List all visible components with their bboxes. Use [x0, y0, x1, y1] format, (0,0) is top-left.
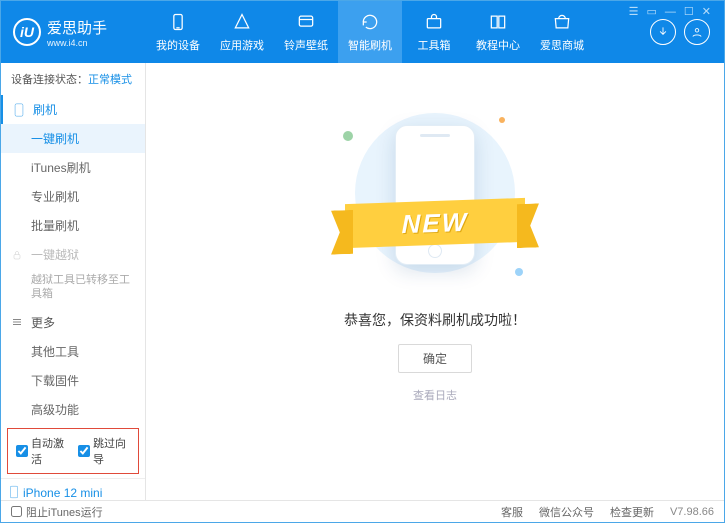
nav-label: 我的设备 [156, 37, 200, 53]
refresh-icon [359, 11, 381, 33]
nav-toolbox[interactable]: 工具箱 [402, 1, 466, 63]
brand-url: www.i4.cn [47, 38, 107, 48]
sidebar-header-label: 一键越狱 [31, 246, 79, 263]
nav-flash[interactable]: 智能刷机 [338, 1, 402, 63]
nav-label: 应用游戏 [220, 37, 264, 53]
sidebar-item-pro-flash[interactable]: 专业刷机 [1, 182, 145, 211]
shop-icon [551, 11, 573, 33]
sidebar-more-header[interactable]: 更多 [1, 308, 145, 337]
checkbox-input[interactable] [16, 445, 28, 457]
phone-icon [167, 11, 189, 33]
book-icon [487, 11, 509, 33]
user-button[interactable] [684, 19, 710, 45]
apps-icon [231, 11, 253, 33]
music-icon [295, 11, 317, 33]
nav-label: 爱思商城 [540, 37, 584, 53]
footer-link-wechat[interactable]: 微信公众号 [539, 504, 594, 520]
skin-icon[interactable]: ▭ [647, 5, 657, 18]
toolbox-icon [423, 11, 445, 33]
sidebar-header-label: 刷机 [33, 101, 57, 118]
sidebar-jailbreak-header[interactable]: 一键越狱 [1, 240, 145, 269]
minimize-icon[interactable]: — [665, 6, 676, 18]
status-value: 正常模式 [88, 74, 132, 86]
download-button[interactable] [650, 19, 676, 45]
list-icon [11, 316, 25, 328]
footer-link-support[interactable]: 客服 [501, 504, 523, 520]
checkbox-label: 跳过向导 [93, 435, 130, 467]
sidebar-item-oneclick-flash[interactable]: 一键刷机 [1, 124, 145, 153]
sidebar-item-batch-flash[interactable]: 批量刷机 [1, 211, 145, 240]
sidebar-header-label: 更多 [31, 314, 55, 331]
status-label: 设备连接状态： [11, 74, 88, 86]
device-name-row: iPhone 12 mini [9, 485, 137, 500]
sidebar-item-download-fw[interactable]: 下载固件 [1, 366, 145, 395]
phone-tiny-icon [9, 485, 19, 500]
lock-icon [11, 249, 25, 261]
main-nav: 我的设备 应用游戏 铃声壁纸 智能刷机 工具箱 教程中心 爱思商城 [146, 1, 646, 63]
checkbox-label: 阻止iTunes运行 [26, 504, 103, 520]
view-log-link[interactable]: 查看日志 [413, 387, 457, 403]
nav-apps[interactable]: 应用游戏 [210, 1, 274, 63]
checkbox-auto-activate[interactable]: 自动激活 [16, 435, 68, 467]
window-controls: ☰ ▭ — ☐ ✕ [629, 3, 719, 18]
nav-label: 教程中心 [476, 37, 520, 53]
device-name: iPhone 12 mini [23, 486, 102, 500]
nav-my-device[interactable]: 我的设备 [146, 1, 210, 63]
footer: 阻止iTunes运行 客服 微信公众号 检查更新 V7.98.66 [1, 500, 724, 522]
nav-tutorials[interactable]: 教程中心 [466, 1, 530, 63]
checkbox-input[interactable] [11, 506, 22, 517]
maximize-icon[interactable]: ☐ [684, 5, 694, 18]
nav-label: 智能刷机 [348, 37, 392, 53]
checkbox-skip-guide[interactable]: 跳过向导 [78, 435, 130, 467]
sidebar-item-itunes-flash[interactable]: iTunes刷机 [1, 153, 145, 182]
checkbox-input[interactable] [78, 445, 90, 457]
nav-shop[interactable]: 爱思商城 [530, 1, 594, 63]
success-illustration: NEW [325, 113, 545, 288]
checkbox-row: 自动激活 跳过向导 [7, 428, 139, 474]
connection-status: 设备连接状态：正常模式 [1, 63, 145, 95]
new-ribbon: NEW [345, 198, 525, 248]
version-label: V7.98.66 [670, 506, 714, 518]
success-message: 恭喜您，保资料刷机成功啦！ [344, 310, 526, 330]
nav-ringtones[interactable]: 铃声壁纸 [274, 1, 338, 63]
nav-label: 工具箱 [418, 37, 451, 53]
sidebar-flash-header[interactable]: 刷机 [1, 95, 145, 124]
nav-label: 铃声壁纸 [284, 37, 328, 53]
footer-link-update[interactable]: 检查更新 [610, 504, 654, 520]
checkbox-label: 自动激活 [31, 435, 68, 467]
sidebar-item-advanced[interactable]: 高级功能 [1, 395, 145, 424]
close-icon[interactable]: ✕ [702, 5, 711, 18]
logo-icon: iU [13, 18, 41, 46]
brand-name: 爱思助手 [47, 17, 107, 38]
ribbon-text: NEW [402, 206, 469, 239]
phone-small-icon [13, 103, 27, 117]
main-content: NEW 恭喜您，保资料刷机成功啦！ 确定 查看日志 [146, 63, 724, 500]
sidebar-item-other-tools[interactable]: 其他工具 [1, 337, 145, 366]
menu-icon[interactable]: ☰ [629, 5, 639, 18]
device-block[interactable]: iPhone 12 mini 64GB Down-12mini-13,1 [1, 478, 145, 500]
jailbreak-note: 越狱工具已转移至工具箱 [1, 269, 145, 308]
block-itunes-checkbox[interactable]: 阻止iTunes运行 [11, 504, 103, 520]
ok-button[interactable]: 确定 [398, 344, 472, 373]
brand-area: iU 爱思助手 www.i4.cn [1, 1, 146, 63]
sidebar: 设备连接状态：正常模式 刷机 一键刷机 iTunes刷机 专业刷机 批量刷机 一… [1, 63, 146, 500]
title-bar: iU 爱思助手 www.i4.cn 我的设备 应用游戏 铃声壁纸 智能刷机 工具… [1, 1, 724, 63]
